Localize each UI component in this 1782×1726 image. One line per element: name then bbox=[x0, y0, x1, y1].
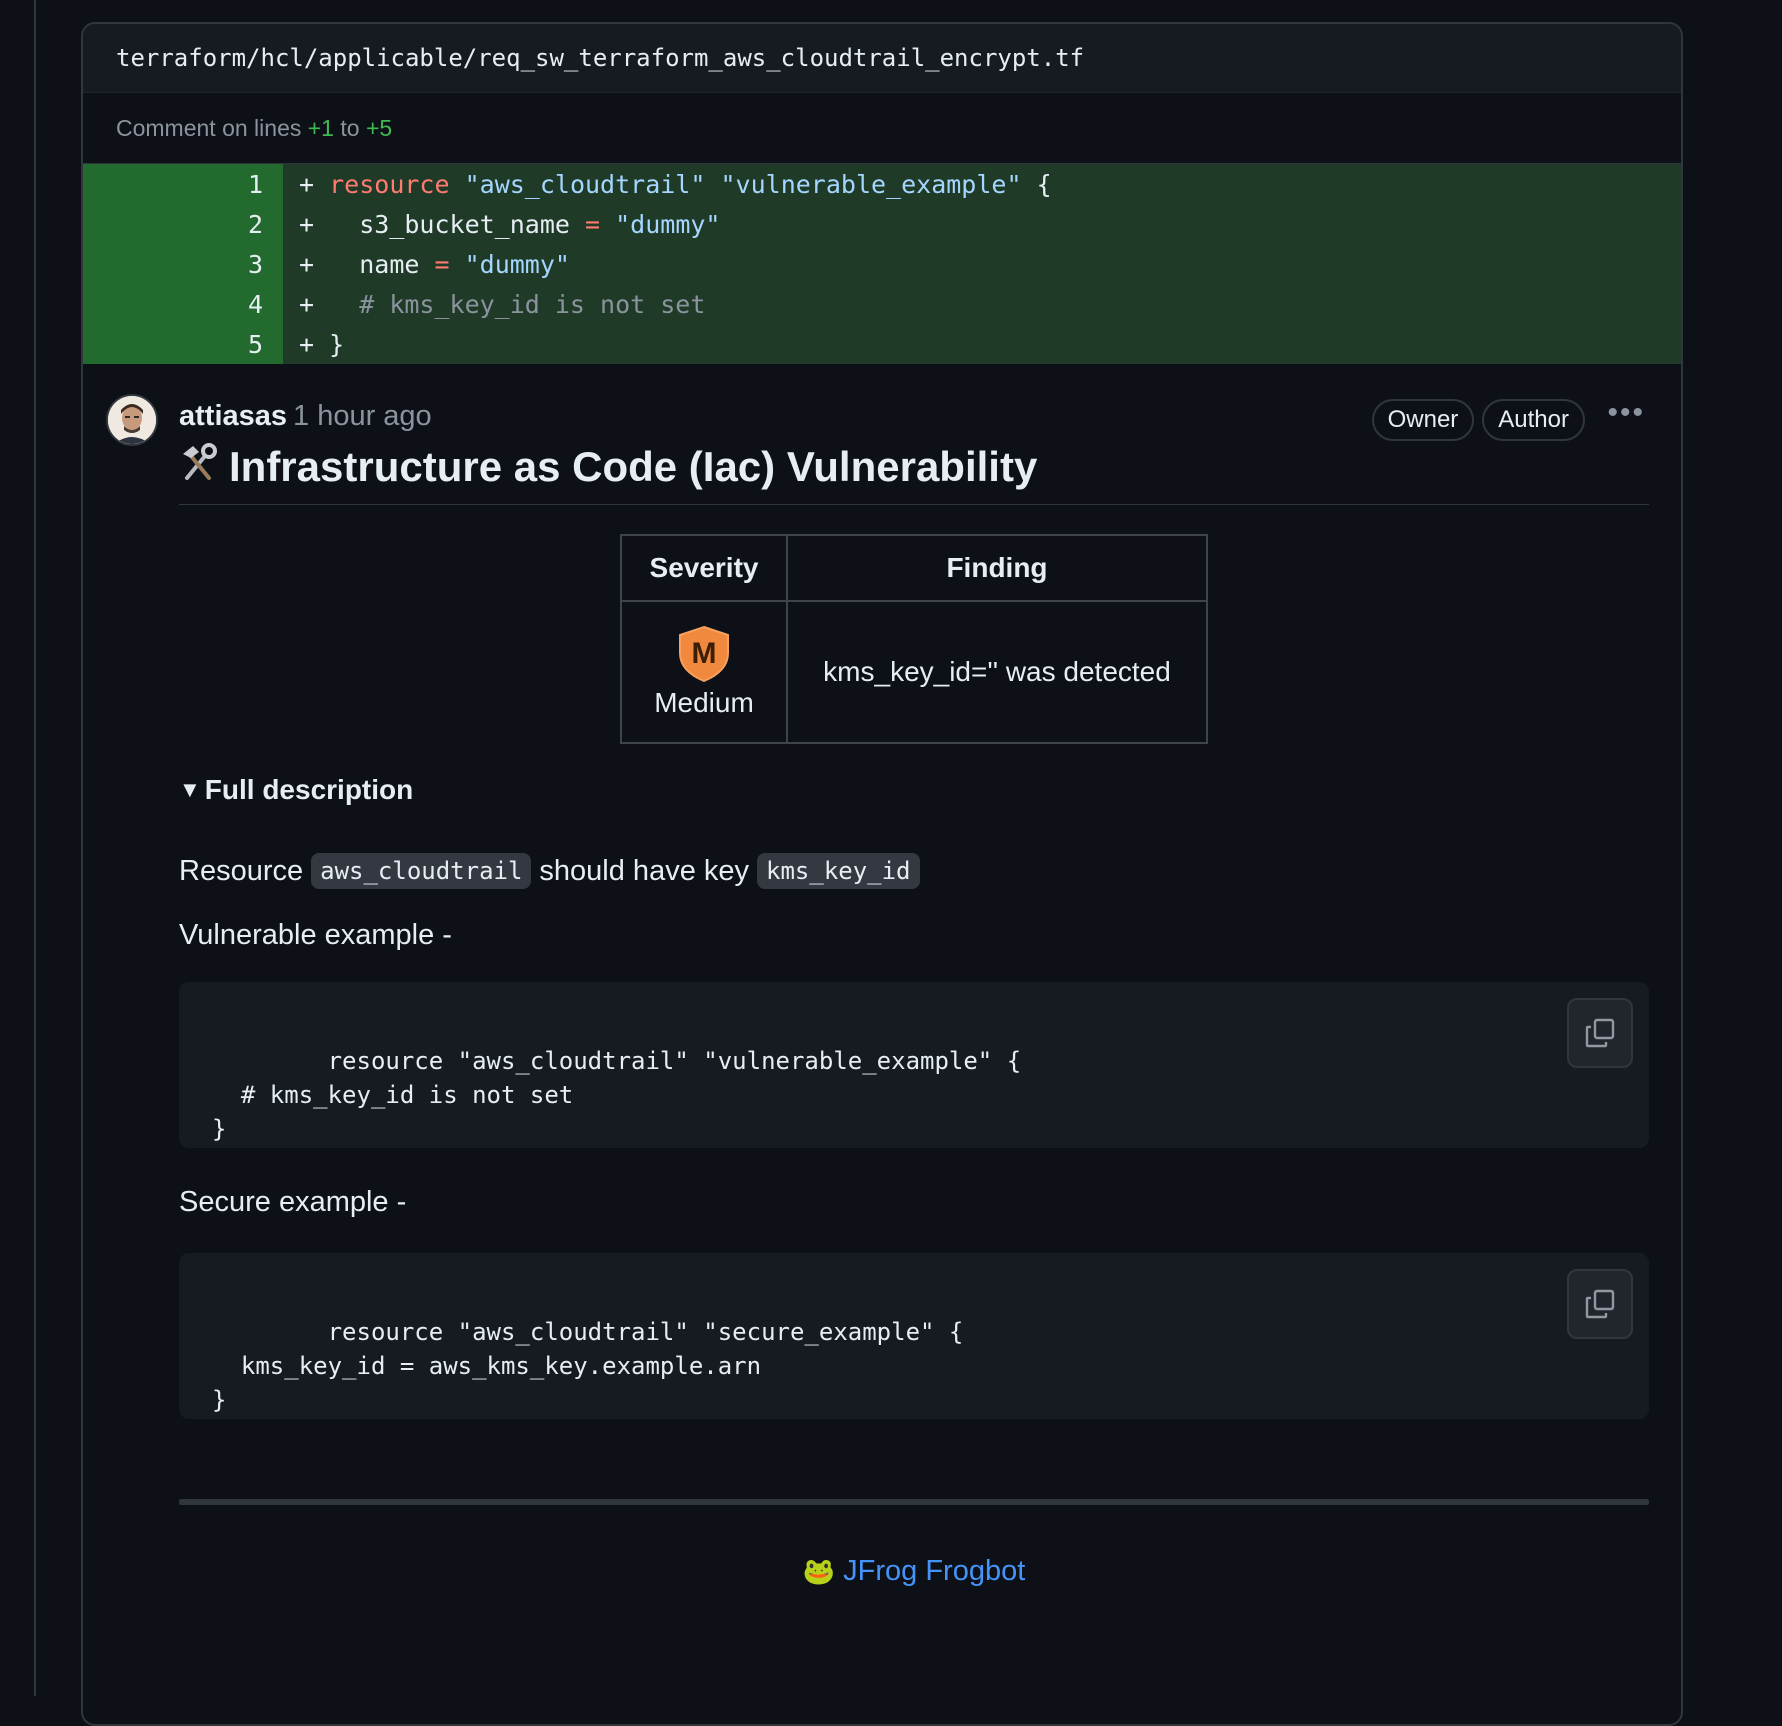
line-code: + s3_bucket_name = "dummy" bbox=[283, 204, 1681, 244]
secure-code-block: resource "aws_cloudtrail" "secure_exampl… bbox=[179, 1253, 1649, 1419]
line-number[interactable]: 5 bbox=[83, 324, 283, 364]
code-token: { bbox=[1021, 169, 1052, 199]
diff-add-sign: + bbox=[299, 209, 330, 239]
code-token: "dummy" bbox=[615, 209, 721, 239]
vulnerable-code-block: resource "aws_cloudtrail" "vulnerable_ex… bbox=[179, 982, 1649, 1148]
code-token: "aws_cloudtrail" bbox=[464, 169, 706, 199]
line-number[interactable]: 2 bbox=[83, 204, 283, 244]
full-description-summary[interactable]: ▼ Full description bbox=[179, 774, 1649, 806]
description-text: Resource aws_cloudtrail should have key … bbox=[179, 853, 1649, 889]
line-code: + } bbox=[283, 324, 1681, 364]
vulnerable-code: resource "aws_cloudtrail" "vulnerable_ex… bbox=[212, 1047, 1022, 1143]
copy-button[interactable] bbox=[1567, 1269, 1633, 1339]
line-code: + # kms_key_id is not set bbox=[283, 284, 1681, 324]
diff-add-sign: + bbox=[299, 249, 330, 279]
code-token: name bbox=[329, 249, 435, 279]
comment-range-end: +5 bbox=[365, 114, 393, 141]
copy-button[interactable] bbox=[1567, 998, 1633, 1068]
secure-code: resource "aws_cloudtrail" "secure_exampl… bbox=[212, 1318, 964, 1414]
code-token: # kms_key_id is not set bbox=[329, 289, 706, 319]
review-comment-card: terraform/hcl/applicable/req_sw_terrafor… bbox=[81, 22, 1683, 1726]
comment-title-text: Infrastructure as Code (Iac) Vulnerabili… bbox=[229, 443, 1038, 490]
triangle-down-icon: ▼ bbox=[179, 777, 201, 802]
severity-cell: M Medium bbox=[620, 600, 788, 744]
code-token: "dummy" bbox=[464, 249, 570, 279]
diff-add-sign: + bbox=[299, 169, 330, 199]
severity-table: Severity Finding M Medium kms_key_id='' … bbox=[620, 534, 1208, 744]
medium-severity-shield-icon: M bbox=[679, 625, 729, 683]
author-name[interactable]: attiasas bbox=[179, 400, 287, 432]
kebab-horizontal-icon[interactable]: ••• bbox=[1607, 396, 1645, 430]
code-token: s3_bucket_name bbox=[329, 209, 585, 239]
code-token: = bbox=[584, 209, 601, 239]
diff-line: 5 + } bbox=[83, 324, 1681, 364]
code-token: } bbox=[329, 329, 345, 359]
author-badge: Author bbox=[1482, 399, 1585, 441]
role-badges: Owner Author bbox=[1371, 399, 1585, 441]
desc-middle: should have key bbox=[539, 854, 750, 887]
severity-table-wrapper: Severity Finding M Medium kms_key_id='' … bbox=[179, 534, 1649, 744]
copy-icon bbox=[1585, 1289, 1615, 1319]
finding-cell: kms_key_id='' was detected bbox=[786, 600, 1208, 744]
copy-icon bbox=[1585, 1018, 1615, 1048]
line-number[interactable]: 1 bbox=[83, 164, 283, 204]
finding-header: Finding bbox=[786, 534, 1208, 602]
comment-range-prefix: Comment on lines bbox=[116, 114, 302, 141]
frog-icon: 🐸 bbox=[802, 1556, 836, 1586]
file-path[interactable]: terraform/hcl/applicable/req_sw_terrafor… bbox=[116, 44, 1084, 72]
inline-code-key: kms_key_id bbox=[757, 853, 920, 889]
severity-header: Severity bbox=[620, 534, 788, 602]
comment-title: Infrastructure as Code (Iac) Vulnerabili… bbox=[179, 442, 1649, 505]
frogbot-link[interactable]: JFrog Frogbot bbox=[843, 1555, 1025, 1587]
inline-code-resource: aws_cloudtrail bbox=[311, 853, 532, 889]
diff-line: 1 + resource "aws_cloudtrail" "vulnerable… bbox=[83, 164, 1681, 204]
file-path-header[interactable]: terraform/hcl/applicable/req_sw_terrafor… bbox=[83, 24, 1681, 93]
severity-letter: M bbox=[692, 637, 717, 670]
code-token: = bbox=[434, 249, 450, 279]
line-number[interactable]: 4 bbox=[83, 284, 283, 324]
vulnerable-example-label: Vulnerable example - bbox=[179, 919, 452, 951]
comment-header: attiasas 1 hour ago bbox=[179, 400, 432, 433]
footer: 🐸 JFrog Frogbot bbox=[179, 1555, 1649, 1588]
timestamp[interactable]: 1 hour ago bbox=[293, 400, 432, 432]
comment-range-to: to bbox=[340, 114, 360, 141]
diff-add-sign: + bbox=[299, 329, 330, 359]
diff-line: 4 + # kms_key_id is not set bbox=[83, 284, 1681, 324]
hammer-wrench-icon bbox=[179, 442, 219, 492]
line-code: + resource "aws_cloudtrail" "vulnerable_… bbox=[283, 164, 1681, 204]
comment-body: Infrastructure as Code (Iac) Vulnerabili… bbox=[179, 442, 1649, 1588]
code-token: "vulnerable_example" bbox=[720, 169, 1022, 199]
diff-add-sign: + bbox=[299, 289, 330, 319]
severity-label: Medium bbox=[654, 687, 754, 718]
code-token: resource bbox=[329, 169, 450, 199]
avatar[interactable] bbox=[106, 394, 158, 446]
comment-range-start: +1 bbox=[307, 114, 334, 141]
diff-line: 2 + s3_bucket_name = "dummy" bbox=[83, 204, 1681, 244]
line-code: + name = "dummy" bbox=[283, 244, 1681, 284]
desc-prefix: Resource bbox=[179, 854, 304, 887]
timeline-line bbox=[34, 0, 36, 1696]
diff-hunk: 1 + resource "aws_cloudtrail" "vulnerable… bbox=[83, 164, 1681, 364]
summary-label: Full description bbox=[204, 774, 414, 805]
diff-line: 3 + name = "dummy" bbox=[83, 244, 1681, 284]
secure-example-label: Secure example - bbox=[179, 1186, 1649, 1219]
line-number[interactable]: 3 bbox=[83, 244, 283, 284]
owner-badge: Owner bbox=[1371, 399, 1475, 441]
comment-range: Comment on lines +1 to +5 bbox=[83, 93, 1681, 164]
divider bbox=[179, 1499, 1649, 1505]
